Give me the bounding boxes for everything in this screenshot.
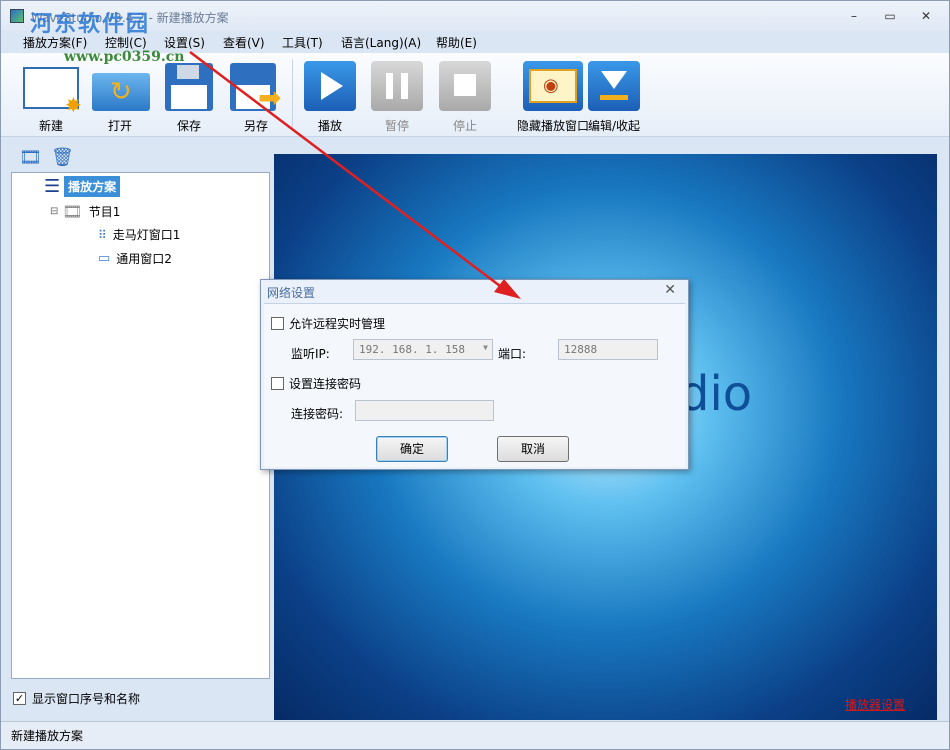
arrow-line xyxy=(189,51,501,287)
annotation-arrow xyxy=(189,51,521,299)
arrow-head xyxy=(494,279,521,299)
